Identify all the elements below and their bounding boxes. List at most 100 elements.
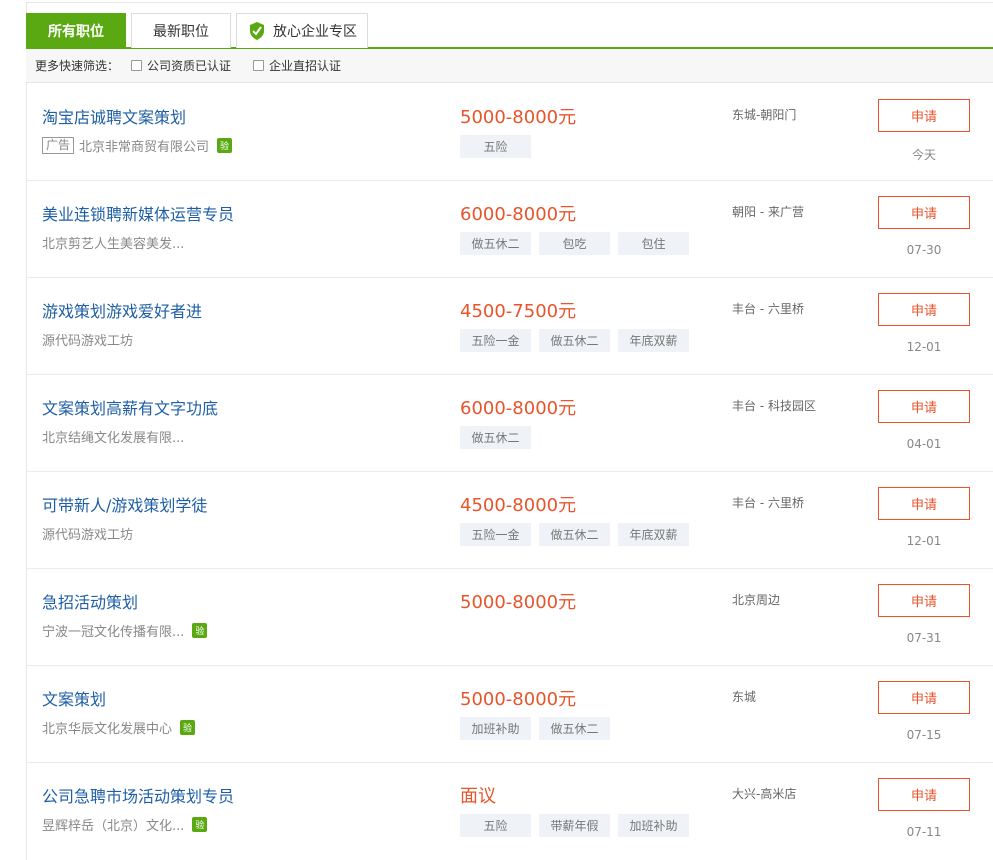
job-location: 朝阳 - 来广营 xyxy=(732,205,804,219)
tab-all-jobs[interactable]: 所有职位 xyxy=(26,13,126,48)
company-name[interactable]: 宁波一冠文化传播有限... xyxy=(42,621,184,640)
shield-leaf-icon xyxy=(247,21,267,41)
apply-button[interactable]: 申请 xyxy=(878,584,970,617)
checkbox-box[interactable] xyxy=(131,60,143,71)
benefit-tag: 包住 xyxy=(618,232,689,255)
post-date: 07-31 xyxy=(906,631,942,645)
checkbox-box[interactable] xyxy=(253,60,265,71)
benefit-tags: 做五休二 xyxy=(460,426,531,449)
job-location: 丰台 - 六里桥 xyxy=(732,302,804,316)
tab-label: 最新职位 xyxy=(153,24,209,40)
job-title-link[interactable]: 游戏策划游戏爱好者进 xyxy=(42,298,202,322)
job-row: 游戏策划游戏爱好者进 源代码游戏工坊 4500-7500元 五险一金 做五休二 年底… xyxy=(26,278,993,375)
salary: 4500-7500元 xyxy=(460,301,577,322)
benefit-tags: 做五休二 包吃 包住 xyxy=(460,232,689,255)
company-name[interactable]: 源代码游戏工坊 xyxy=(42,330,133,349)
job-row: 可带新人/游戏策划学徒 源代码游戏工坊 4500-8000元 五险一金 做五休二年… xyxy=(26,472,993,569)
job-location: 丰台 - 六里桥 xyxy=(732,496,804,510)
job-row: 文案策划高薪有文字功底 北京结绳文化发展有限... 6000-8000元 做五休… xyxy=(26,375,993,472)
job-row: 淘宝店诚聘文案策划 广告 北京非常商贸有限公司验 5000-8000元 五险 东城… xyxy=(26,84,993,181)
benefit-tag: 加班补助 xyxy=(460,717,531,740)
company-name[interactable]: 北京非常商贸有限公司 xyxy=(79,136,209,155)
verified-icon: 验 xyxy=(180,720,196,735)
benefit-tag: 年底双薪 xyxy=(618,523,689,546)
apply-button[interactable]: 申请 xyxy=(878,681,970,714)
frame-top-border xyxy=(26,2,993,3)
company-name[interactable]: 昱辉梓岳（北京）文化... xyxy=(42,815,184,834)
tab-bar: 所有职位 最新职位 放心企业专区 xyxy=(26,13,993,49)
salary: 6000-8000元 xyxy=(460,398,577,419)
job-title-link[interactable]: 淘宝店诚聘文案策划 xyxy=(42,104,186,128)
filter-label: 更多快速筛选： xyxy=(35,59,120,73)
quick-filter-bar: 更多快速筛选： 公司资质已认证 企业直招认证 xyxy=(26,49,993,83)
post-date: 12-01 xyxy=(906,534,942,548)
company-info: 广告 北京非常商贸有限公司验 xyxy=(42,136,233,155)
company-name[interactable]: 北京剪艺人生美容美发... xyxy=(42,233,184,252)
company-info: 宁波一冠文化传播有限... 验 xyxy=(42,621,208,640)
benefit-tag: 年底双薪 xyxy=(618,329,689,352)
verified-icon: 验 xyxy=(192,623,208,638)
tab-label: 放心企业专区 xyxy=(273,24,357,40)
apply-button[interactable]: 申请 xyxy=(878,778,970,811)
company-info: 源代码游戏工坊 xyxy=(42,330,133,349)
tab-label: 所有职位 xyxy=(48,24,104,40)
benefit-tag: 做五休二 xyxy=(460,426,531,449)
benefit-tags: 五险 xyxy=(460,135,531,158)
apply-button[interactable]: 申请 xyxy=(878,390,970,423)
job-list: 淘宝店诚聘文案策划 广告 北京非常商贸有限公司验 5000-8000元 五险 东城… xyxy=(26,84,993,860)
salary: 5000-8000元 xyxy=(460,592,577,613)
apply-button[interactable]: 申请 xyxy=(878,196,970,229)
benefit-tag: 做五休二 xyxy=(539,523,610,546)
benefit-tag: 五险一金 xyxy=(460,329,531,352)
tab-latest-jobs[interactable]: 最新职位 xyxy=(131,13,231,48)
company-info: 北京剪艺人生美容美发... xyxy=(42,233,184,252)
salary: 5000-8000元 xyxy=(460,689,577,710)
company-info: 北京华辰文化发展中心验 xyxy=(42,718,196,737)
benefit-tag: 五险 xyxy=(460,814,531,837)
job-row: 公司急聘市场活动策划专员 昱辉梓岳（北京）文化... 验 面议 五险 带薪年假 加班补… xyxy=(26,763,993,860)
company-name[interactable]: 北京华辰文化发展中心 xyxy=(42,718,172,737)
benefit-tag: 做五休二 xyxy=(460,232,531,255)
filter-direct-hire-checkbox[interactable]: 企业直招认证 xyxy=(253,57,341,74)
ad-badge: 广告 xyxy=(42,137,75,154)
benefit-tag: 包吃 xyxy=(539,232,610,255)
benefit-tags: 五险一金 做五休二 年底双薪 xyxy=(460,329,689,352)
apply-button[interactable]: 申请 xyxy=(878,293,970,326)
verified-icon: 验 xyxy=(192,817,208,832)
job-row: 文案策划 北京华辰文化发展中心验 5000-8000元 加班补助 做五休二 东城 … xyxy=(26,666,993,763)
benefit-tags: 五险 带薪年假 加班补助 xyxy=(460,814,689,837)
checkbox-label: 企业直招认证 xyxy=(269,59,342,73)
checkbox-label: 公司资质已认证 xyxy=(147,59,232,73)
post-date: 07-15 xyxy=(906,728,942,742)
benefit-tag: 做五休二 xyxy=(539,329,610,352)
benefit-tag: 带薪年假 xyxy=(539,814,610,837)
benefit-tags: 加班补助 做五休二 xyxy=(460,717,610,740)
post-date: 今天 xyxy=(911,148,936,162)
filter-company-certified-checkbox[interactable]: 公司资质已认证 xyxy=(131,57,231,74)
job-title-link[interactable]: 文案策划高薪有文字功底 xyxy=(42,395,218,419)
apply-button[interactable]: 申请 xyxy=(878,487,970,520)
job-location: 丰台 - 科技园区 xyxy=(732,399,816,413)
job-location: 东城-朝阳门 xyxy=(732,108,797,122)
job-title-link[interactable]: 急招活动策划 xyxy=(42,589,138,613)
job-location: 北京周边 xyxy=(732,593,781,607)
benefit-tag: 加班补助 xyxy=(618,814,689,837)
company-name[interactable]: 源代码游戏工坊 xyxy=(42,524,133,543)
tab-trusted-companies[interactable]: 放心企业专区 xyxy=(236,13,368,48)
benefit-tag: 做五休二 xyxy=(539,717,610,740)
job-title-link[interactable]: 文案策划 xyxy=(42,686,106,710)
salary: 面议 xyxy=(460,786,496,807)
benefit-tag: 五险 xyxy=(460,135,531,158)
company-name[interactable]: 北京结绳文化发展有限... xyxy=(42,427,184,446)
job-title-link[interactable]: 可带新人/游戏策划学徒 xyxy=(42,492,207,516)
job-location: 东城 xyxy=(732,690,757,704)
job-title-link[interactable]: 美业连锁聘新媒体运营专员 xyxy=(42,201,234,225)
job-row: 急招活动策划 宁波一冠文化传播有限... 验 5000-8000元 北京周边 申请… xyxy=(26,569,993,666)
job-location: 大兴-高米店 xyxy=(732,787,797,801)
job-title-link[interactable]: 公司急聘市场活动策划专员 xyxy=(42,783,234,807)
benefit-tag: 五险一金 xyxy=(460,523,531,546)
post-date: 12-01 xyxy=(906,340,942,354)
apply-button[interactable]: 申请 xyxy=(878,99,970,132)
job-row: 美业连锁聘新媒体运营专员 北京剪艺人生美容美发... 6000-8000元 做五… xyxy=(26,181,993,278)
salary: 6000-8000元 xyxy=(460,204,577,225)
